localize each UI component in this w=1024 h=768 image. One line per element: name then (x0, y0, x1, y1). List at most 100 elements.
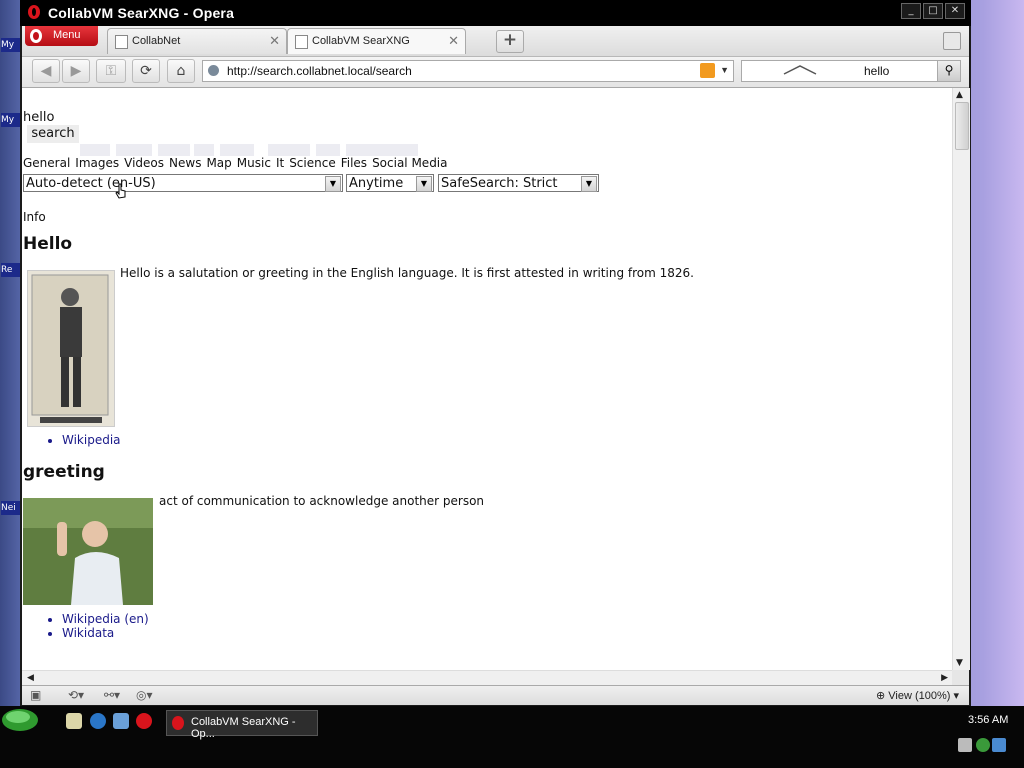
maximize-icon[interactable]: □ (923, 3, 943, 19)
closed-tabs-trash-icon[interactable] (943, 32, 961, 50)
display-icon[interactable] (992, 738, 1006, 752)
menu-label: Menu (53, 29, 81, 41)
close-tab-icon[interactable]: ✕ (269, 33, 280, 49)
placeholder-block (80, 144, 110, 156)
category-news[interactable]: News (169, 156, 201, 170)
unite-icon[interactable]: ⚯▾ (104, 688, 120, 702)
reload-icon[interactable]: ⟳ (132, 59, 160, 83)
clock[interactable]: 3:56 AM (968, 714, 1008, 726)
panel-toggle-icon[interactable]: ▣ (30, 688, 41, 702)
search-button[interactable]: search (27, 125, 79, 143)
tab-label: CollabNet (132, 35, 181, 47)
globe-icon (208, 65, 219, 76)
opera-logo-icon (30, 29, 42, 43)
category-science[interactable]: Science (289, 156, 336, 170)
category-general[interactable]: General (23, 156, 70, 170)
desktop-icon-label[interactable]: My (1, 38, 21, 52)
tab-label: CollabVM SearXNG (312, 35, 410, 47)
category-images[interactable]: Images (75, 156, 119, 170)
opera-quicklaunch-icon[interactable] (136, 713, 152, 729)
status-bar: ▣ ⟲▾ ⚯▾ ◎▾ ⊕ View (100%) ▾ (22, 685, 969, 705)
scroll-down-icon[interactable]: ▼ (956, 658, 963, 668)
sync-icon[interactable]: ⟲▾ (68, 688, 84, 702)
desktop-icon-label[interactable]: My (1, 113, 21, 127)
time-range-value: Anytime (349, 176, 404, 191)
forward-icon[interactable]: ▶ (62, 59, 90, 83)
new-tab-button[interactable]: + (496, 30, 524, 53)
address-text: http://search.collabnet.local/search (227, 64, 412, 78)
page-icon (115, 35, 128, 49)
show-desktop-icon[interactable] (113, 713, 129, 729)
title-bar[interactable]: CollabVM SearXNG - Opera _ □ ✕ (20, 0, 971, 26)
placeholder-block (116, 144, 152, 156)
scrollbar-thumb[interactable] (955, 102, 969, 150)
search-engine-icon (783, 65, 817, 75)
scroll-left-icon[interactable]: ◀ (27, 673, 34, 683)
taskbar-item-label: CollabVM SearXNG - Op... (191, 716, 296, 740)
category-social-media[interactable]: Social Media (372, 156, 447, 170)
scroll-up-icon[interactable]: ▲ (956, 90, 963, 100)
hand-cursor-icon (115, 183, 126, 199)
page-icon (295, 35, 308, 49)
horizontal-scrollbar[interactable]: ◀ ▶ (22, 670, 952, 686)
language-select[interactable]: Auto-detect (en-US) ▼ (23, 174, 343, 192)
zoom-label: View (100%) (888, 690, 951, 702)
infobox-title: Hello (23, 234, 73, 254)
rss-feed-icon[interactable] (700, 63, 715, 78)
vertical-scrollbar[interactable]: ▲ ▼ (952, 88, 970, 670)
taskbar-item-opera[interactable]: CollabVM SearXNG - Op... (166, 710, 318, 740)
category-it[interactable]: It (276, 156, 284, 170)
query-text[interactable]: hello (23, 110, 54, 125)
chevron-down-icon: ▼ (416, 176, 432, 192)
internet-explorer-icon[interactable] (90, 713, 106, 729)
wikipedia-link[interactable]: Wikipedia (62, 433, 121, 447)
minimize-icon[interactable]: _ (901, 3, 921, 19)
placeholder-block (158, 144, 190, 156)
close-icon[interactable]: ✕ (945, 3, 965, 19)
wikidata-link[interactable]: Wikidata (62, 626, 149, 640)
hello-photo-image (27, 270, 115, 427)
scroll-right-icon[interactable]: ▶ (941, 673, 948, 683)
infobox-text: Hello is a salutation or greeting in the… (120, 266, 694, 280)
infobox-links: Wikipedia (en) Wikidata (44, 612, 149, 640)
category-tabs: General Images Videos News Map Music It Science… (23, 156, 453, 170)
search-icon[interactable]: ⚲ (937, 61, 960, 81)
window-title: CollabVM SearXNG - Opera (48, 5, 235, 21)
system-tray (958, 738, 1008, 754)
desktop-icon-label[interactable]: Re (1, 263, 21, 277)
wand-key-icon[interactable]: ⚿ (96, 59, 126, 83)
tab-searxng[interactable]: CollabVM SearXNG ✕ (287, 28, 466, 54)
placeholder-block (220, 144, 254, 156)
tab-collabnet[interactable]: CollabNet ✕ (107, 28, 287, 54)
category-files[interactable]: Files (341, 156, 367, 170)
back-icon[interactable]: ◀ (32, 59, 60, 83)
chevron-down-icon[interactable]: ▼ (720, 65, 729, 75)
home-icon[interactable]: ⌂ (167, 59, 195, 83)
network-icon[interactable] (976, 738, 990, 752)
address-field[interactable]: http://search.collabnet.local/search ▼ (202, 60, 734, 82)
notepad-icon[interactable] (66, 713, 82, 729)
opera-logo-icon (172, 716, 184, 730)
chevron-down-icon: ▼ (581, 176, 597, 192)
wikipedia-en-link[interactable]: Wikipedia (en) (62, 612, 149, 626)
category-music[interactable]: Music (237, 156, 271, 170)
infobox-title: greeting (23, 462, 105, 482)
placeholder-block (194, 144, 214, 156)
time-range-select[interactable]: Anytime ▼ (346, 174, 434, 192)
search-field[interactable]: hello ⚲ (741, 60, 961, 82)
tray-icon[interactable] (958, 738, 972, 752)
turbo-icon[interactable]: ◎▾ (136, 688, 153, 702)
opera-menu-button[interactable]: Menu (25, 26, 98, 46)
placeholder-block (316, 144, 340, 156)
safesearch-select[interactable]: SafeSearch: Strict ▼ (438, 174, 599, 192)
category-videos[interactable]: Videos (124, 156, 164, 170)
zoom-control[interactable]: ⊕ View (100%) ▾ (876, 689, 959, 702)
category-map[interactable]: Map (206, 156, 231, 170)
infobox-links: Wikipedia (44, 433, 121, 447)
close-tab-icon[interactable]: ✕ (448, 33, 459, 49)
taskbar: CollabVM SearXNG - Op... 3:56 AM (0, 706, 1024, 768)
start-button[interactable] (0, 706, 52, 736)
language-select-value: Auto-detect (en-US) (26, 176, 156, 191)
desktop-icon-label[interactable]: Nei (1, 501, 21, 515)
placeholder-block (346, 144, 418, 156)
